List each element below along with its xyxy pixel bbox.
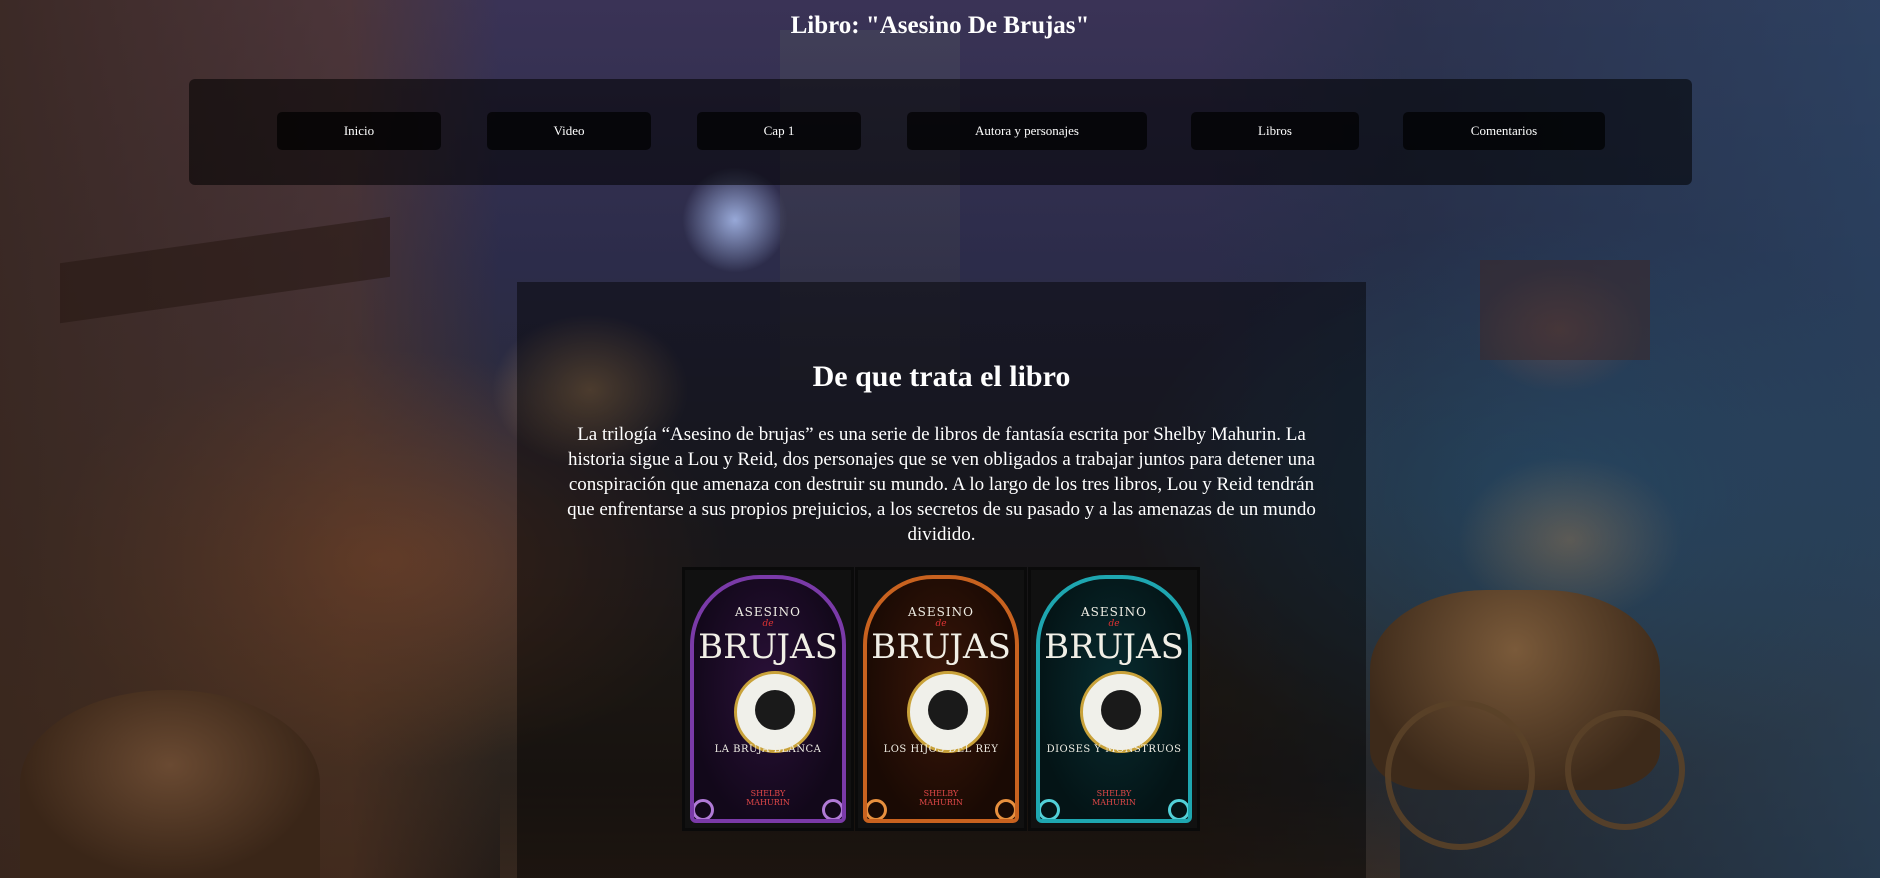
cover-author: SHELBY MAHURIN <box>1040 789 1188 807</box>
cat-emblem-icon <box>907 671 989 753</box>
cover-author: SHELBY MAHURIN <box>867 789 1015 807</box>
cover-author-last: MAHURIN <box>746 798 790 807</box>
nav-cap-1[interactable]: Cap 1 <box>697 112 861 150</box>
navbar: Inicio Video Cap 1 Autora y personajes L… <box>189 79 1692 185</box>
nav-video[interactable]: Video <box>487 112 651 150</box>
nav-libros[interactable]: Libros <box>1191 112 1359 150</box>
book-description: La trilogía “Asesino de brujas” es una s… <box>567 424 1316 545</box>
cover-author-first: SHELBY <box>750 789 786 798</box>
nav-autora-personajes[interactable]: Autora y personajes <box>907 112 1147 150</box>
cover-author-last: MAHURIN <box>919 798 963 807</box>
dragon-emblem-icon <box>1080 671 1162 753</box>
book-cover-los-hijos-del-rey[interactable]: ASESINO de BRUJAS LOS HIJOS DEL REY SHEL… <box>858 570 1024 828</box>
cover-subtitle: DIOSES Y MONSTRUOS <box>1046 744 1182 755</box>
cover-subtitle: LOS HIJOS DEL REY <box>883 744 999 755</box>
book-cover-la-bruja-blanca[interactable]: ASESINO de BRUJAS LA BRUJA BLANCA SHELBY… <box>685 570 851 828</box>
cover-author-first: SHELBY <box>1096 789 1132 798</box>
section-title: De que trata el libro <box>812 360 1071 393</box>
cover-author-first: SHELBY <box>923 789 959 798</box>
book-covers: ASESINO de BRUJAS LA BRUJA BLANCA SHELBY… <box>685 570 1197 828</box>
page-title: Libro: "Asesino De Brujas" <box>790 12 1090 39</box>
raven-emblem-icon <box>734 671 816 753</box>
book-cover-dioses-y-monstruos[interactable]: ASESINO de BRUJAS DIOSES Y MONSTRUOS SHE… <box>1031 570 1197 828</box>
nav-inicio[interactable]: Inicio <box>277 112 441 150</box>
cover-title-top: ASESINO <box>908 605 974 619</box>
cover-author-last: MAHURIN <box>1092 798 1136 807</box>
nav-comentarios[interactable]: Comentarios <box>1403 112 1605 150</box>
cover-title-top: ASESINO <box>1081 605 1147 619</box>
cover-title-main: BRUJAS <box>1044 627 1184 667</box>
cover-title-main: BRUJAS <box>871 627 1011 667</box>
content-panel: De que trata el libro La trilogía “Asesi… <box>517 282 1366 878</box>
cover-author: SHELBY MAHURIN <box>694 789 842 807</box>
cover-subtitle: LA BRUJA BLANCA <box>714 744 822 755</box>
cover-title-top: ASESINO <box>735 605 801 619</box>
cover-title-main: BRUJAS <box>698 627 838 667</box>
